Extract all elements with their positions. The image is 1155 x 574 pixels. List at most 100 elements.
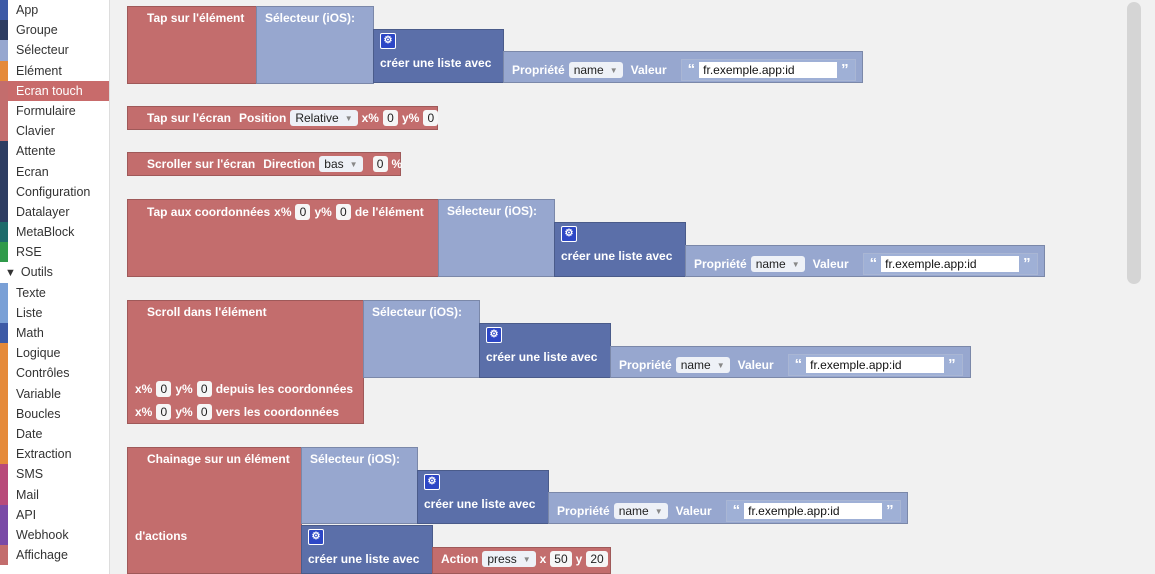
- category-mail[interactable]: Mail: [0, 484, 109, 505]
- x-field[interactable]: 0: [295, 204, 311, 220]
- scroll-screen-block[interactable]: Scroller sur l'écran Direction bas ▼ 0 %: [127, 152, 402, 176]
- category-date[interactable]: Date: [0, 423, 109, 445]
- workspace[interactable]: Tap sur l'élément Sélecteur (iOS): ⚙ cré…: [110, 0, 1155, 574]
- selector-block[interactable]: Sélecteur (iOS):: [301, 447, 418, 524]
- category-metablock[interactable]: MetaBlock: [0, 222, 109, 243]
- property-block[interactable]: Propriété name ▼ Valeur “fr.exemple.app:i…: [610, 346, 971, 378]
- category-datalayer[interactable]: Datalayer: [0, 201, 109, 223]
- to-label: vers les coordonnées: [215, 405, 340, 419]
- string-block[interactable]: “fr.exemple.app:id”: [725, 500, 901, 522]
- property-dropdown[interactable]: name ▼: [613, 503, 668, 519]
- x-label: x%: [274, 205, 292, 219]
- property-block[interactable]: Propriété name ▼ Valeur “fr.exemple.app:i…: [548, 492, 908, 524]
- category-rse[interactable]: RSE: [0, 242, 109, 263]
- category-groupe[interactable]: Groupe: [0, 20, 109, 41]
- tap-element-block[interactable]: Tap sur l'élément: [127, 6, 257, 84]
- category-contr-les[interactable]: Contrôles: [0, 363, 109, 384]
- property-block[interactable]: Propriété name ▼ Valeur “fr.exemple.app:i…: [503, 51, 863, 83]
- scroll-element-block[interactable]: Scroll dans l'élément x% 0 y% 0 depuis l…: [127, 300, 364, 424]
- list-label: créer une liste avec: [308, 552, 420, 566]
- ay-field[interactable]: 20: [586, 551, 608, 567]
- gear-icon[interactable]: ⚙: [380, 33, 396, 49]
- selector-block[interactable]: Sélecteur (iOS):: [438, 199, 555, 277]
- string-block[interactable]: “fr.exemple.app:id”: [862, 253, 1038, 275]
- category-ecran[interactable]: Ecran: [0, 161, 109, 182]
- actions-list-block[interactable]: ⚙ créer une liste avec: [301, 525, 433, 574]
- chain-element-block[interactable]: Chainage sur un élément d'actions: [127, 447, 302, 574]
- x-label: x%: [135, 405, 153, 419]
- category-math[interactable]: Math: [0, 323, 109, 344]
- selector-label: Sélecteur (iOS):: [447, 204, 538, 218]
- position-label: Position: [239, 111, 287, 125]
- category-variable[interactable]: Variable: [0, 383, 109, 404]
- value-input[interactable]: fr.exemple.app:id: [806, 357, 945, 373]
- gear-icon[interactable]: ⚙: [561, 226, 577, 242]
- category-s-lecteur[interactable]: Sélecteur: [0, 40, 109, 61]
- category-sms[interactable]: SMS: [0, 464, 109, 485]
- category-affichage[interactable]: Affichage: [0, 545, 109, 566]
- category-formulaire[interactable]: Formulaire: [0, 100, 109, 122]
- gear-icon[interactable]: ⚙: [486, 327, 502, 343]
- property-label: Propriété: [694, 257, 747, 271]
- category-api[interactable]: API: [0, 504, 109, 525]
- action-dropdown[interactable]: press ▼: [482, 551, 536, 567]
- list-block[interactable]: ⚙ créer une liste avec: [373, 29, 504, 83]
- string-block[interactable]: “fr.exemple.app:id”: [680, 59, 856, 81]
- value-input[interactable]: fr.exemple.app:id: [881, 256, 1020, 272]
- category-texte[interactable]: Texte: [0, 282, 109, 303]
- category-el-ment[interactable]: Elément: [0, 60, 109, 81]
- category-webhook[interactable]: Webhook: [0, 524, 109, 546]
- category-clavier[interactable]: Clavier: [0, 121, 109, 142]
- position-dropdown[interactable]: Relative ▼: [290, 110, 358, 126]
- suffix-label: de l'élément: [354, 205, 424, 219]
- actions-label: d'actions: [135, 529, 188, 543]
- action-block[interactable]: Action press ▼ x 50 y 20: [432, 547, 611, 574]
- list-label: créer une liste avec: [486, 350, 598, 364]
- selector-label: Sélecteur (iOS):: [372, 305, 463, 319]
- string-block[interactable]: “fr.exemple.app:id”: [787, 354, 963, 376]
- direction-label: Direction: [263, 157, 316, 171]
- direction-dropdown[interactable]: bas ▼: [319, 156, 363, 172]
- value-input[interactable]: fr.exemple.app:id: [744, 503, 883, 519]
- category-logique[interactable]: Logique: [0, 343, 109, 364]
- to-x-field[interactable]: 0: [156, 404, 172, 420]
- gear-icon[interactable]: ⚙: [424, 474, 440, 490]
- from-x-field[interactable]: 0: [156, 381, 172, 397]
- category-liste[interactable]: Liste: [0, 302, 109, 323]
- selector-block[interactable]: Sélecteur (iOS):: [256, 6, 374, 84]
- gear-icon[interactable]: ⚙: [308, 529, 324, 545]
- ay-label: y: [575, 552, 583, 566]
- x-label: x%: [361, 111, 379, 125]
- category-extraction[interactable]: Extraction: [0, 444, 109, 465]
- tools-header[interactable]: ▼ Outils: [0, 262, 109, 282]
- selector-label: Sélecteur (iOS):: [265, 11, 356, 25]
- ax-field[interactable]: 50: [550, 551, 572, 567]
- category-attente[interactable]: Attente: [0, 141, 109, 162]
- amount-field[interactable]: 0: [372, 156, 388, 172]
- to-y-field[interactable]: 0: [196, 404, 212, 420]
- category-app[interactable]: App: [0, 0, 109, 21]
- category-ecran-touch[interactable]: Ecran touch: [0, 80, 109, 101]
- property-block[interactable]: Propriété name ▼ Valeur “fr.exemple.app:i…: [685, 245, 1045, 277]
- tap-coords-block[interactable]: Tap aux coordonnées x% 0 y% 0 de l'éléme…: [127, 199, 439, 277]
- property-dropdown[interactable]: name ▼: [750, 256, 805, 272]
- from-y-field[interactable]: 0: [196, 381, 212, 397]
- list-block[interactable]: ⚙ créer une liste avec: [417, 470, 549, 524]
- category-boucles[interactable]: Boucles: [0, 403, 109, 424]
- tap-screen-block[interactable]: Tap sur l'écran Position Relative ▼ x% 0 …: [127, 106, 439, 130]
- property-label: Propriété: [619, 358, 672, 372]
- selector-block[interactable]: Sélecteur (iOS):: [363, 300, 480, 378]
- property-dropdown[interactable]: name ▼: [675, 357, 730, 373]
- y-field[interactable]: 0: [335, 204, 351, 220]
- category-configuration[interactable]: Configuration: [0, 181, 109, 202]
- action-label: Action: [441, 552, 479, 566]
- block-label: Tap aux coordonnées: [147, 205, 271, 219]
- list-block[interactable]: ⚙ créer une liste avec: [554, 222, 686, 277]
- workspace-scrollbar[interactable]: [1127, 2, 1141, 284]
- list-block[interactable]: ⚙ créer une liste avec: [479, 323, 611, 378]
- value-input[interactable]: fr.exemple.app:id: [699, 62, 838, 78]
- y-field[interactable]: 0: [423, 110, 439, 126]
- x-field[interactable]: 0: [382, 110, 398, 126]
- property-label: Propriété: [512, 63, 565, 77]
- property-dropdown[interactable]: name ▼: [568, 62, 623, 78]
